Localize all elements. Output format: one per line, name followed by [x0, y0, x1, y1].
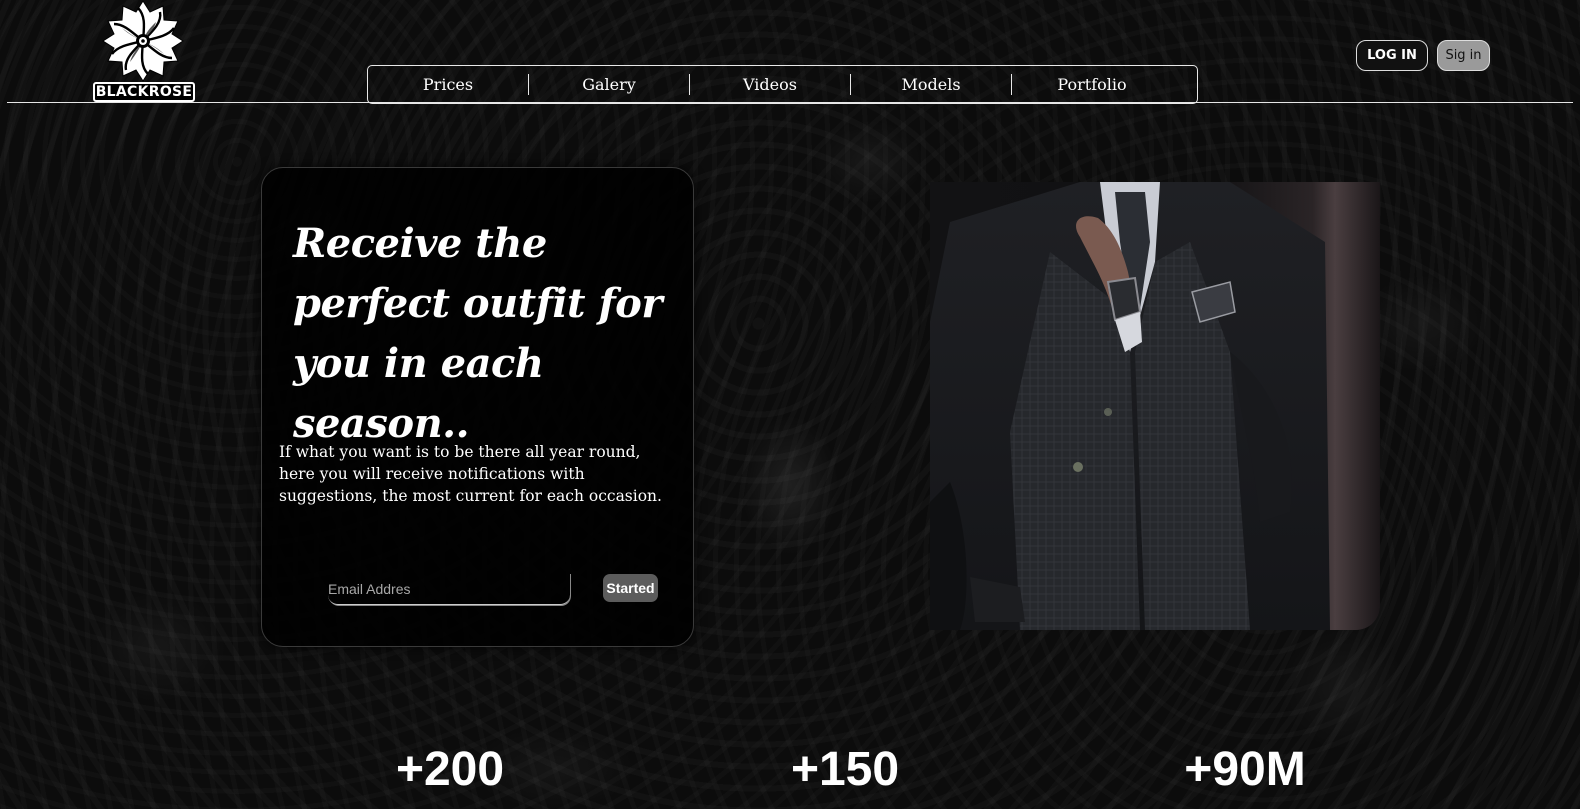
stat-value: +150: [790, 743, 900, 796]
hero-headline: Receive the perfect outfit for you in ea…: [293, 220, 662, 447]
hero-description: If what you want is to be there all year…: [279, 443, 662, 505]
hero-image: [930, 182, 1380, 630]
rose-mandala-icon: [102, 0, 184, 82]
signin-button[interactable]: Sig in: [1437, 40, 1490, 71]
email-input[interactable]: [328, 573, 570, 605]
nav-item-models[interactable]: Models: [851, 75, 1011, 94]
login-button[interactable]: LOG IN: [1356, 40, 1428, 71]
brand-name: BLACKROSE: [93, 82, 195, 102]
started-button[interactable]: Started: [603, 574, 658, 602]
nav-item-galery[interactable]: Galery: [529, 75, 689, 94]
nav-item-videos[interactable]: Videos: [690, 75, 850, 94]
newsletter-card: Receive the perfect outfit for you in ea…: [261, 167, 694, 647]
nav-item-portfolio[interactable]: Portfolio: [1012, 75, 1172, 94]
suited-man-photo: [930, 182, 1380, 630]
nav-item-prices[interactable]: Prices: [368, 75, 528, 94]
header-divider: [7, 102, 1573, 103]
stat-value: +200: [395, 743, 505, 796]
main-nav: Prices Galery Videos Models Portfolio: [367, 65, 1198, 104]
brand-logo[interactable]: BLACKROSE: [92, 0, 196, 102]
stat-value: +90M: [1184, 743, 1306, 796]
